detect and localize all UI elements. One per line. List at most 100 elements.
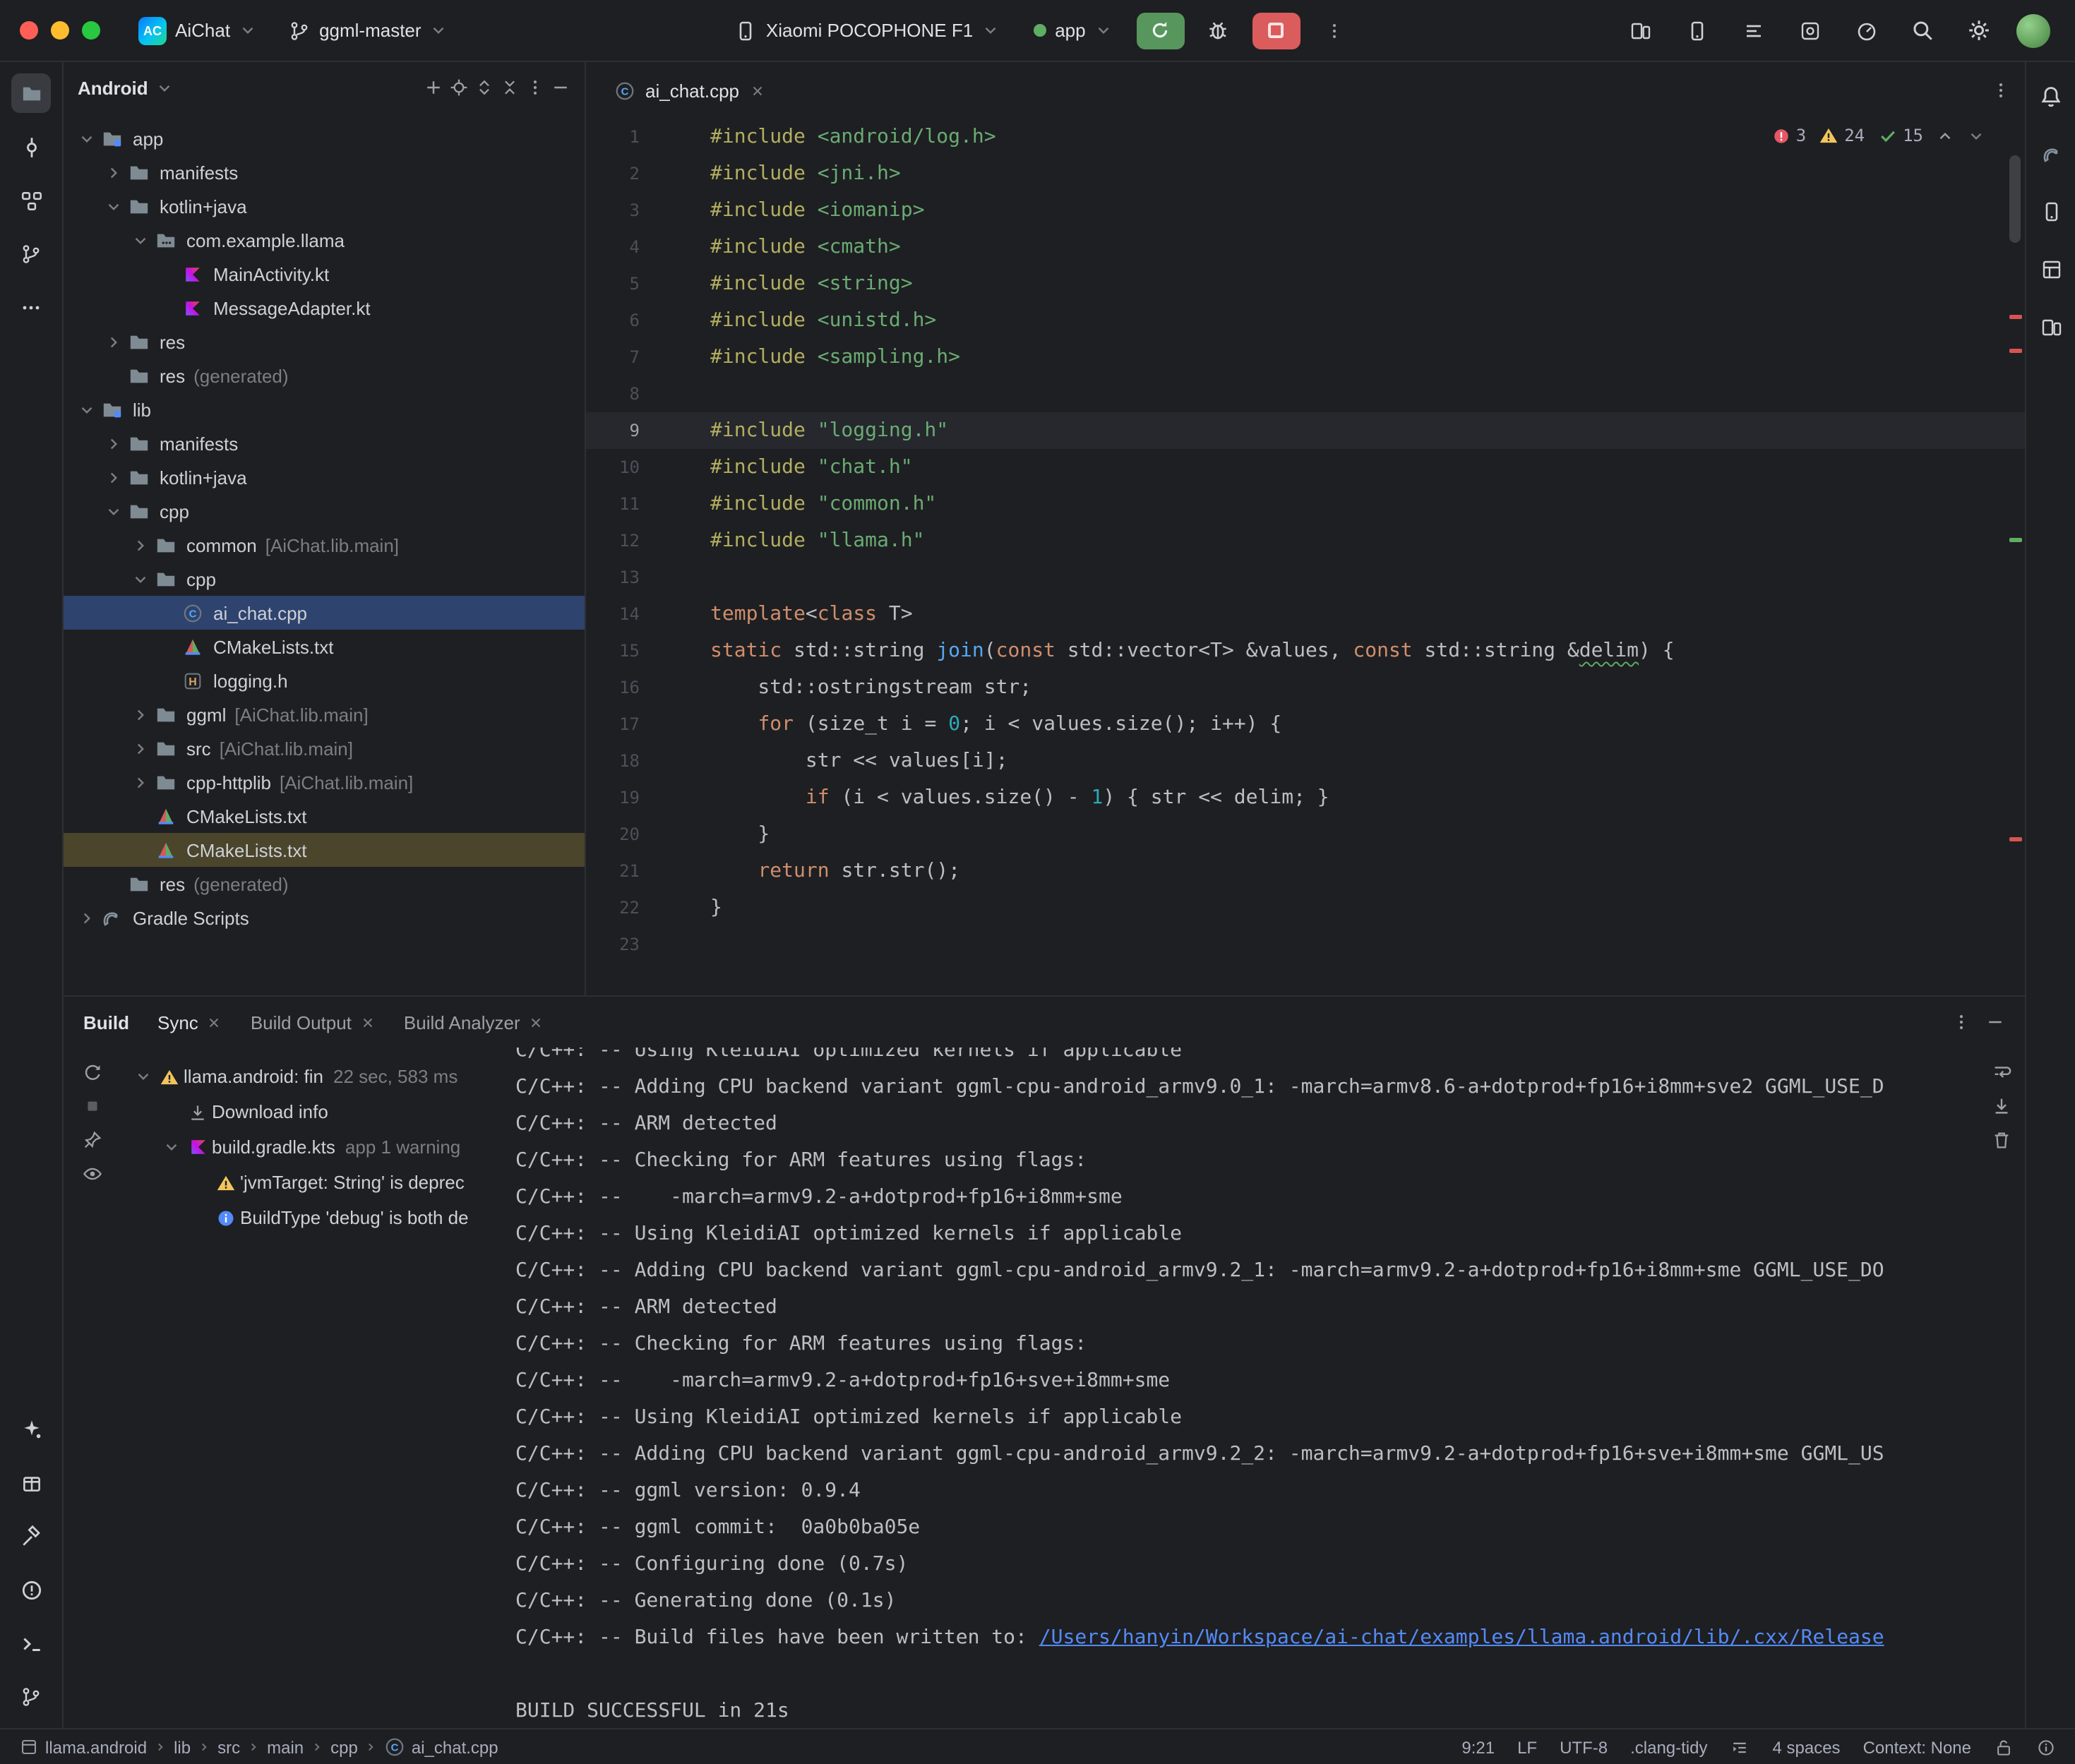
error-stripe-mark[interactable] [2009,315,2022,319]
line-number[interactable]: 20 [586,824,710,844]
add-button[interactable] [424,78,443,97]
breadcrumb-item-cpp[interactable]: cpp [330,1737,358,1757]
inspections-level-icon[interactable] [2036,1737,2056,1757]
debug-button[interactable] [1199,11,1238,50]
tree-item-cmakelists-txt[interactable]: CMakeLists.txt [64,799,585,833]
indent-widget[interactable]: 4 spaces [1773,1737,1841,1757]
settings-button[interactable] [1960,11,1999,50]
chevron-right-icon[interactable] [128,536,153,554]
pin-icon[interactable] [81,1129,102,1151]
gradle-tool-button[interactable] [2031,134,2071,174]
chevron-down-icon[interactable] [160,1138,184,1156]
minimize-window-button[interactable] [51,21,69,40]
rerun-button[interactable] [1137,12,1185,49]
build-tree-item-build-gradle-kts[interactable]: build.gradle.ktsapp 1 warning [120,1129,498,1165]
breadcrumb-item-llama-android[interactable]: llama.android [45,1737,147,1757]
tree-item-ggml[interactable]: ggml[AiChat.lib.main] [64,697,585,731]
tree-item-src[interactable]: src[AiChat.lib.main] [64,731,585,765]
code-line-8[interactable]: 8 [586,376,2025,412]
notifications-button[interactable] [2031,76,2071,116]
chevron-right-icon[interactable] [128,705,153,724]
chevron-down-icon[interactable] [128,231,153,249]
code-line-21[interactable]: 21 return str.str(); [586,853,2025,889]
code-line-18[interactable]: 18 str << values[i]; [586,743,2025,779]
chevron-down-icon[interactable] [75,129,99,148]
line-number[interactable]: 9 [586,421,710,440]
tree-item-kotlin-java[interactable]: kotlin+java [64,460,585,494]
encoding-widget[interactable]: UTF-8 [1560,1737,1608,1757]
tree-item-cmakelists-txt[interactable]: CMakeLists.txt [64,833,585,867]
tree-item-cpp[interactable]: cpp [64,494,585,528]
panel-options-button[interactable] [525,78,545,97]
app-inspection-button[interactable] [1790,11,1830,50]
build-tool-button[interactable] [11,1516,51,1556]
code-line-20[interactable]: 20 } [586,816,2025,853]
chevron-right-icon[interactable] [102,332,126,351]
resource-manager-tool-button[interactable] [2031,250,2071,289]
code-line-5[interactable]: 5#include <string> [586,265,2025,302]
line-number[interactable]: 21 [586,861,710,881]
locate-file-button[interactable] [449,78,469,97]
chevron-down-icon[interactable] [131,1067,155,1086]
code-line-7[interactable]: 7#include <sampling.h> [586,339,2025,376]
user-avatar[interactable] [2016,13,2050,47]
line-number[interactable]: 11 [586,494,710,514]
chevron-down-icon[interactable] [102,197,126,215]
line-number[interactable]: 22 [586,898,710,918]
line-number[interactable]: 18 [586,751,710,771]
build-panel-title[interactable]: Build [83,1012,129,1033]
build-tree-item-llama-android-fin[interactable]: llama.android: fin22 sec, 583 ms [120,1059,498,1094]
code-line-14[interactable]: 14template<class T> [586,596,2025,632]
tree-item-messageadapter-kt[interactable]: MessageAdapter.kt [64,291,585,325]
code-line-3[interactable]: 3#include <iomanip> [586,192,2025,229]
clear-output-button[interactable] [1990,1129,2011,1151]
lock-icon[interactable] [1994,1737,2014,1757]
tree-item-lib[interactable]: lib [64,392,585,426]
close-tab-icon[interactable] [360,1014,376,1030]
project-selector[interactable]: AC AiChat [128,11,267,50]
build-tab-build-analyzer[interactable]: Build Analyzer [404,1012,544,1033]
line-number[interactable]: 2 [586,164,710,184]
tree-item-ai-chat-cpp[interactable]: Cai_chat.cpp [64,596,585,630]
passed-count[interactable]: 15 [1877,126,1923,145]
error-count[interactable]: 3 [1772,126,1806,145]
context-widget[interactable]: Context: None [1863,1737,1971,1757]
error-stripe-mark[interactable] [2009,349,2022,353]
line-number[interactable]: 1 [586,127,710,147]
chevron-right-icon[interactable] [128,773,153,791]
breadcrumb-item-main[interactable]: main [267,1737,304,1757]
stop-sync-button[interactable] [81,1096,102,1117]
tree-item-cpp-httplib[interactable]: cpp-httplib[AiChat.lib.main] [64,765,585,799]
build-tree-item-jvmtarget-string-is-deprec[interactable]: 'jvmTarget: String' is deprec [120,1165,498,1200]
code-line-12[interactable]: 12#include "llama.h" [586,522,2025,559]
logcat-button[interactable] [1734,11,1774,50]
scroll-to-end-button[interactable] [1990,1096,2011,1117]
device-mirroring-button[interactable] [1621,11,1661,50]
chevron-right-icon[interactable] [102,468,126,486]
editor-scrollbar[interactable] [2009,155,2021,243]
line-number[interactable]: 23 [586,935,710,954]
code-line-15[interactable]: 15static std::string join(const std::vec… [586,632,2025,669]
code-line-9[interactable]: 9#include "logging.h" [586,412,2025,449]
line-number[interactable]: 12 [586,531,710,551]
line-number[interactable]: 13 [586,568,710,587]
problems-tool-button[interactable] [11,1570,51,1609]
line-number[interactable]: 14 [586,604,710,624]
project-tool-button[interactable] [11,73,51,113]
line-number[interactable]: 15 [586,641,710,661]
clang-tidy-widget[interactable]: .clang-tidy [1630,1737,1707,1757]
line-number[interactable]: 16 [586,678,710,697]
tree-item-com-example-llama[interactable]: com.example.llama [64,223,585,257]
soft-wrap-button[interactable] [1990,1062,2011,1083]
change-stripe-mark[interactable] [2009,538,2022,542]
project-view-selector[interactable]: Android [78,77,148,98]
build-tree-item-download-info[interactable]: Download info [120,1094,498,1129]
line-number[interactable]: 4 [586,237,710,257]
tree-item-cmakelists-txt[interactable]: CMakeLists.txt [64,630,585,664]
breadcrumb-item-lib[interactable]: lib [174,1737,191,1757]
build-tree-item-buildtype-debug-is-both-de[interactable]: BuildType 'debug' is both de [120,1200,498,1235]
tree-item-kotlin-java[interactable]: kotlin+java [64,189,585,223]
code-line-23[interactable]: 23 [586,926,2025,963]
more-run-options-button[interactable] [1315,11,1354,50]
chevron-right-icon[interactable] [128,739,153,757]
